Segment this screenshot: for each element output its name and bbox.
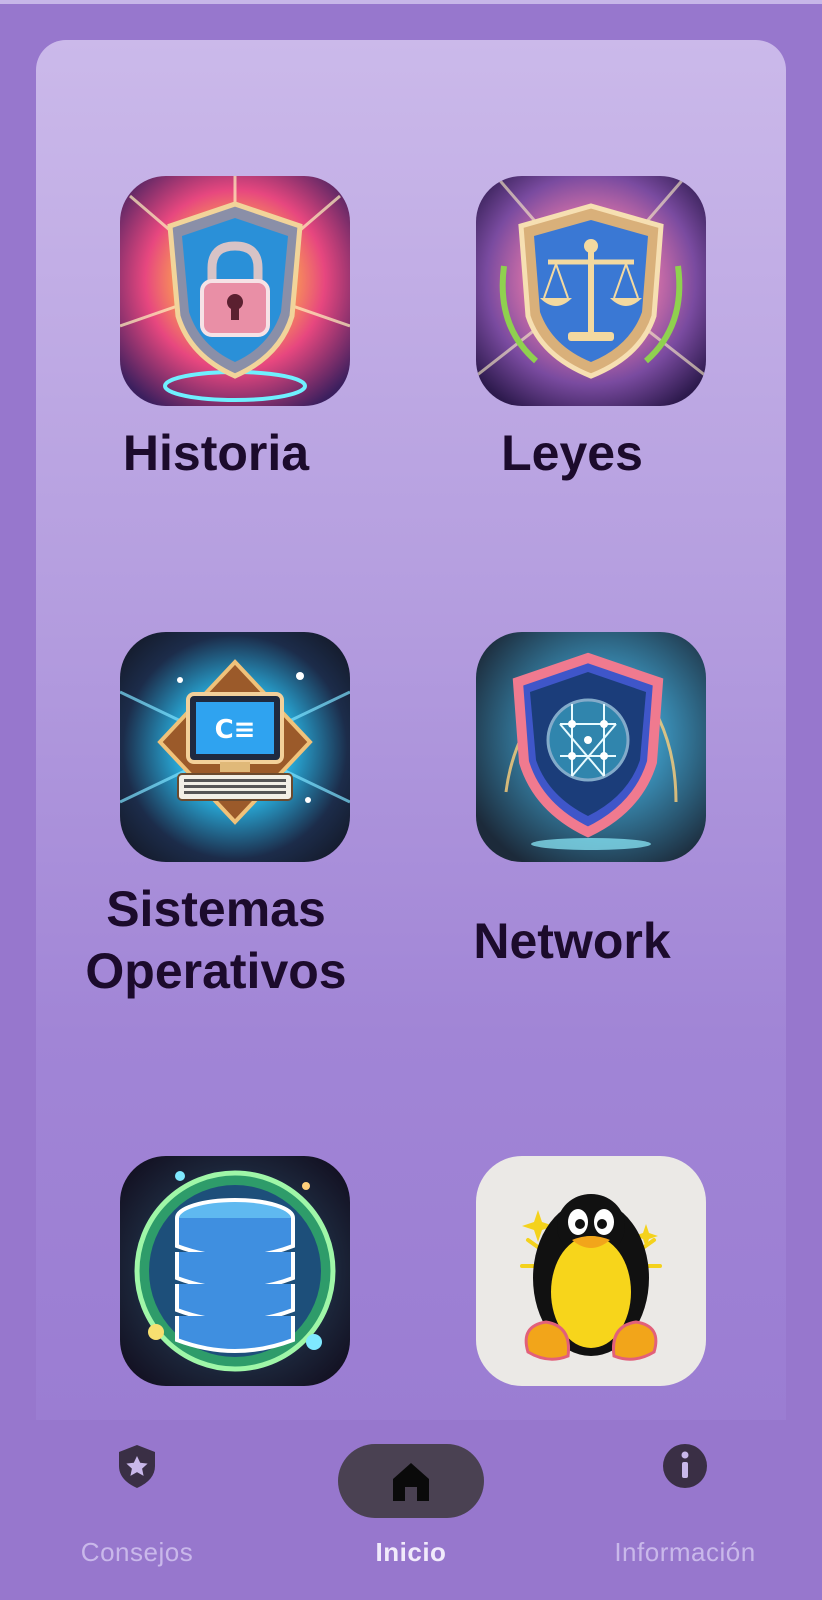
network-shield-icon bbox=[476, 632, 706, 862]
nav-label-consejos: Consejos bbox=[80, 1537, 194, 1567]
svg-text:C≡: C≡ bbox=[215, 715, 256, 745]
shield-star-icon bbox=[119, 1445, 155, 1488]
nav-label-inicio: Inicio bbox=[375, 1537, 447, 1567]
status-strip bbox=[0, 0, 822, 4]
shield-lock-icon bbox=[120, 176, 350, 406]
scales-shield-icon bbox=[476, 176, 706, 406]
label-sistemas-operativos[interactable]: Sistemas Operativos bbox=[36, 878, 396, 1002]
label-historia[interactable]: Historia bbox=[36, 422, 396, 484]
database-icon bbox=[120, 1156, 350, 1386]
nav-informacion[interactable]: Información bbox=[570, 1420, 800, 1600]
linux-penguin-icon bbox=[476, 1156, 706, 1386]
nav-inicio[interactable]: Inicio bbox=[296, 1420, 526, 1600]
bottom-navigation: Consejos Inicio Información bbox=[0, 1420, 822, 1600]
nav-label-informacion: Información bbox=[614, 1537, 756, 1567]
tile-database[interactable] bbox=[120, 1156, 350, 1386]
tile-network[interactable] bbox=[476, 632, 706, 862]
computer-icon: C≡ bbox=[120, 632, 350, 862]
home-icon bbox=[393, 1463, 429, 1501]
info-icon bbox=[663, 1444, 707, 1488]
tile-historia[interactable] bbox=[120, 176, 350, 406]
label-network[interactable]: Network bbox=[392, 910, 752, 972]
main-panel: Historia Leyes C≡ Sistemas Operativos Ne… bbox=[36, 40, 786, 1460]
tile-linux[interactable] bbox=[476, 1156, 706, 1386]
tile-sistemas-operativos[interactable]: C≡ bbox=[120, 632, 350, 862]
tile-leyes[interactable] bbox=[476, 176, 706, 406]
nav-consejos[interactable]: Consejos bbox=[22, 1420, 252, 1600]
label-leyes[interactable]: Leyes bbox=[392, 422, 752, 484]
